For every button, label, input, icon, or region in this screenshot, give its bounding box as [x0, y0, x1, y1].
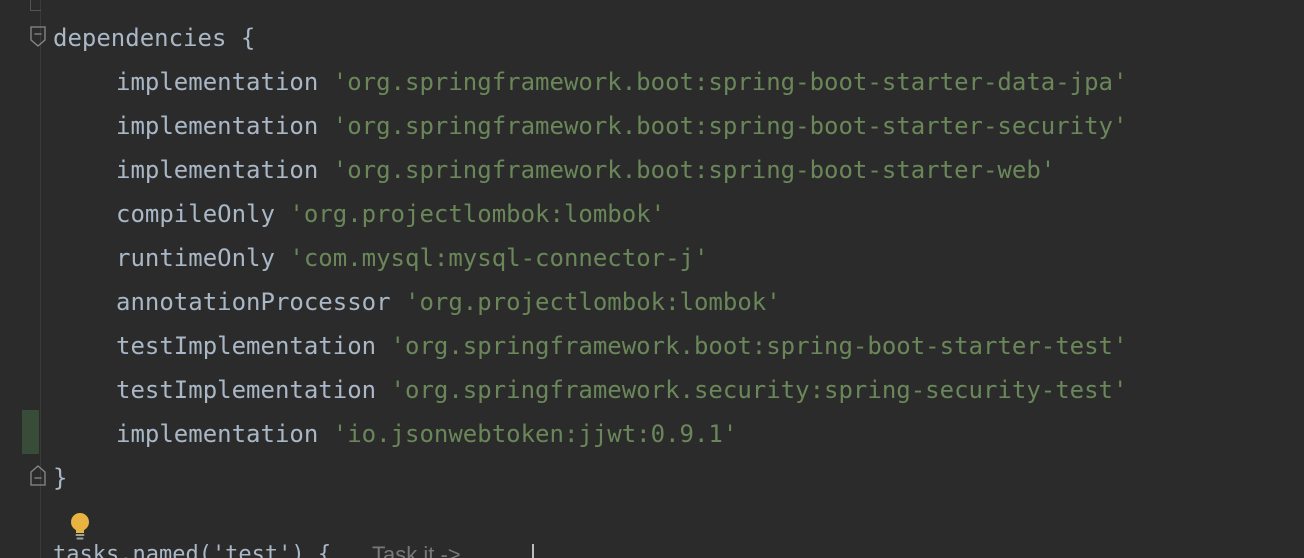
config-keyword: implementation [116, 156, 319, 184]
code-line[interactable]: annotationProcessor 'org.projectlombok:l… [53, 280, 1127, 324]
config-keyword: testImplementation [116, 332, 377, 360]
code-line[interactable]: implementation 'org.springframework.boot… [53, 148, 1127, 192]
config-keyword: annotationProcessor [116, 288, 391, 316]
config-keyword: testImplementation [116, 376, 377, 404]
config-keyword: runtimeOnly [116, 244, 275, 272]
inlay-hint: Task it -> [372, 544, 461, 558]
dependency-string: 'io.jsonwebtoken:jjwt:0.9.1' [332, 420, 738, 448]
dependency-string: 'org.projectlombok:lombok' [405, 288, 781, 316]
fold-line-top [30, 0, 41, 11]
config-keyword: implementation [116, 420, 319, 448]
dependency-string: 'org.springframework.boot:spring-boot-st… [332, 156, 1056, 184]
config-keyword: implementation [116, 112, 319, 140]
dependency-string: 'org.springframework.security:spring-sec… [390, 376, 1128, 404]
lightbulb-icon[interactable] [68, 512, 92, 542]
code-editor[interactable]: dependencies { implementation 'org.sprin… [0, 0, 1304, 558]
code-line[interactable]: compileOnly 'org.projectlombok:lombok' [53, 192, 1127, 236]
code-line[interactable]: testImplementation 'org.springframework.… [53, 324, 1127, 368]
code-line[interactable]: implementation 'io.jsonwebtoken:jjwt:0.9… [53, 412, 1127, 456]
code-line[interactable]: runtimeOnly 'com.mysql:mysql-connector-j… [53, 236, 1127, 280]
fold-open-icon[interactable] [30, 26, 47, 48]
code-line[interactable]: implementation 'org.springframework.boot… [53, 104, 1127, 148]
config-keyword: implementation [116, 68, 319, 96]
dependency-string: 'org.springframework.boot:spring-boot-st… [332, 68, 1128, 96]
text-caret [532, 544, 534, 558]
block-keyword: dependencies [53, 24, 227, 52]
code-line[interactable]: testImplementation 'org.springframework.… [53, 368, 1127, 412]
partial-code-line[interactable]: tasks.named('test') { Task it -> [0, 544, 1304, 558]
open-brace: { [226, 24, 256, 52]
dependency-string: 'org.projectlombok:lombok' [289, 200, 666, 228]
config-keyword: compileOnly [116, 200, 275, 228]
close-brace: } [53, 464, 68, 492]
dependency-string: 'org.springframework.boot:spring-boot-st… [390, 332, 1128, 360]
code-line[interactable]: implementation 'org.springframework.boot… [53, 60, 1127, 104]
code-content[interactable]: dependencies { implementation 'org.sprin… [53, 16, 1127, 500]
fold-close-icon[interactable] [30, 464, 47, 486]
vcs-added-line-marker[interactable] [22, 410, 39, 454]
code-line-close[interactable]: } [53, 456, 1127, 500]
dependency-string: 'com.mysql:mysql-connector-j' [289, 244, 709, 272]
code-line-dependencies[interactable]: dependencies { [53, 16, 1127, 60]
partial-code-text: tasks.named('test') { [53, 544, 332, 558]
dependency-string: 'org.springframework.boot:spring-boot-st… [332, 112, 1128, 140]
